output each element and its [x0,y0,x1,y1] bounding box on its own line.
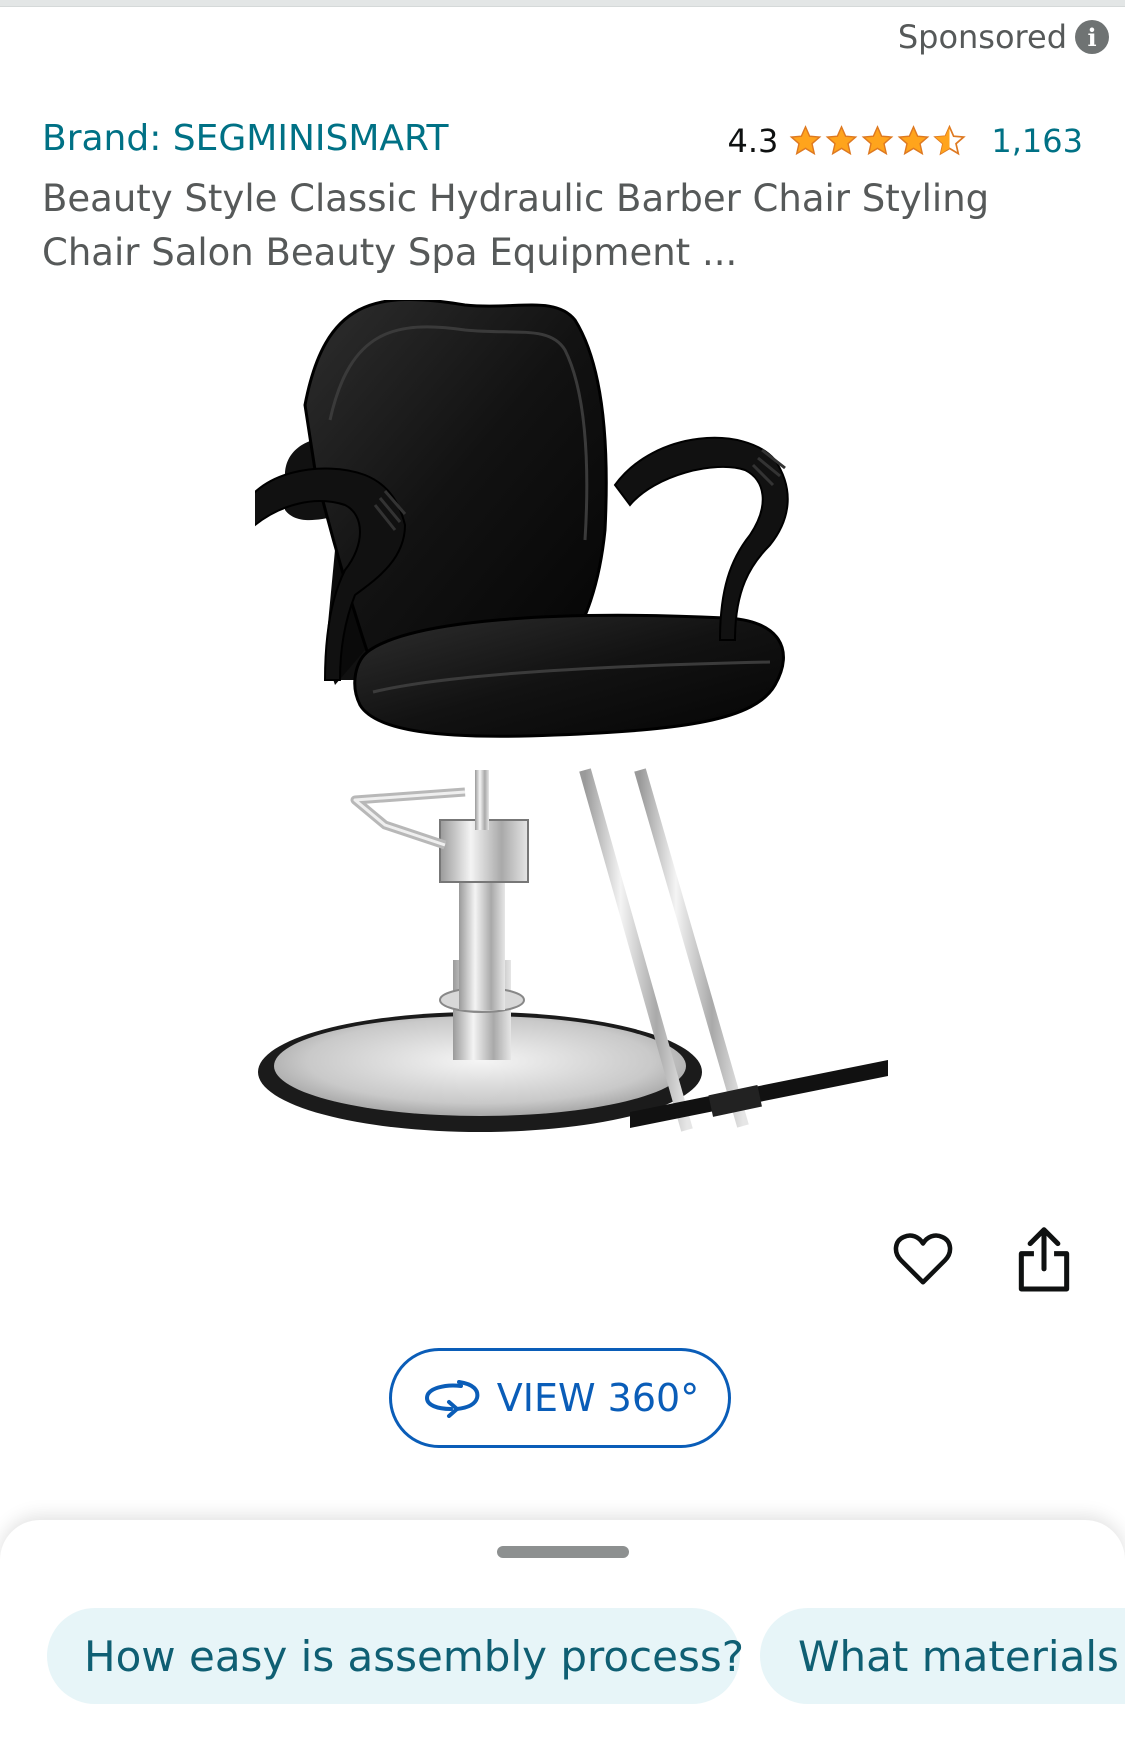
star-full-icon [861,125,894,156]
star-rating [788,124,967,158]
view-360-button[interactable]: VIEW 360° [389,1348,731,1448]
star-full-icon [825,125,858,156]
heart-icon[interactable] [892,1228,954,1290]
sponsored-label[interactable]: Sponsored i [898,18,1109,56]
star-full-icon [897,125,930,156]
product-title[interactable]: Beauty Style Classic Hydraulic Barber Ch… [42,172,1062,280]
share-icon[interactable] [1016,1226,1072,1294]
star-half-icon [933,124,967,156]
bottom-sheet: How easy is assembly process? What mater… [0,1520,1125,1750]
review-count-link[interactable]: 1,163 [991,122,1083,160]
sheet-drag-handle[interactable] [497,1546,629,1558]
top-divider [0,0,1125,7]
rotate-360-icon [424,1380,480,1418]
question-chip-materials[interactable]: What materials a [760,1608,1125,1704]
rating-value: 4.3 [727,122,779,160]
info-icon[interactable]: i [1075,20,1109,54]
brand-link[interactable]: Brand: SEGMINISMART [42,118,448,159]
sponsored-text: Sponsored [897,18,1067,56]
star-full-icon [789,125,822,156]
view-360-label: VIEW 360° [496,1376,700,1420]
rating-summary[interactable]: 4.3 1,163 [728,122,1084,160]
question-chip-assembly[interactable]: How easy is assembly process? [47,1608,744,1704]
barber-chair-image[interactable] [255,300,990,1200]
